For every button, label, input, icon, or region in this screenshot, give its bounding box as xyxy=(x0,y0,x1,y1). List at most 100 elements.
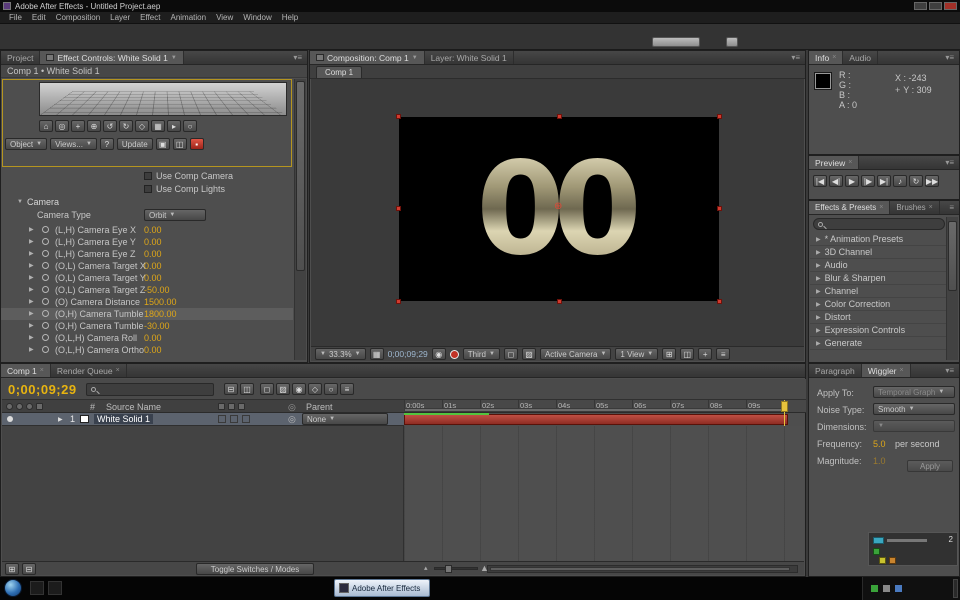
options-icon[interactable]: ◫ xyxy=(173,138,187,150)
category-row[interactable]: ▶Generate xyxy=(810,337,946,350)
tab-brushes[interactable]: Brushes× xyxy=(890,201,939,214)
track-xy-icon[interactable]: + xyxy=(71,120,85,132)
eye-icon[interactable] xyxy=(7,416,13,422)
scrollbar-thumb[interactable] xyxy=(296,81,305,271)
orbit-camera-icon[interactable]: ◎ xyxy=(55,120,69,132)
selection-tool-icon[interactable]: ▸ xyxy=(167,120,181,132)
camera-type-dropdown[interactable]: Orbit▼ xyxy=(144,209,206,221)
use-comp-camera-checkbox[interactable] xyxy=(144,172,152,180)
selection-handle[interactable] xyxy=(557,114,562,119)
stopwatch-icon[interactable] xyxy=(42,226,49,233)
restore-button[interactable] xyxy=(929,2,942,10)
panel-menu-icon[interactable]: ▾≡ xyxy=(940,156,959,169)
brainstorm-icon[interactable]: ◇ xyxy=(308,383,322,395)
grid-toggle-icon[interactable]: ▦ xyxy=(151,120,165,132)
show-desktop-button[interactable] xyxy=(953,579,958,598)
quick-launch-icon[interactable] xyxy=(48,581,62,595)
safe-guides-icon[interactable]: ▦ xyxy=(370,348,384,360)
disclosure-triangle-icon[interactable]: ▶ xyxy=(29,274,34,281)
minimize-button[interactable] xyxy=(914,2,927,10)
mini-flowchart-panel[interactable]: 2 xyxy=(868,532,958,566)
menu-composition[interactable]: Composition xyxy=(51,13,105,22)
tab-wiggler[interactable]: Wiggler× xyxy=(862,364,911,377)
panel-menu-icon[interactable]: ≡ xyxy=(944,201,959,214)
tab-info[interactable]: Info× xyxy=(809,51,843,64)
scrollbar-thumb[interactable] xyxy=(490,567,790,571)
category-row[interactable]: ▶Expression Controls xyxy=(810,324,946,337)
selection-handle[interactable] xyxy=(557,299,562,304)
camera-preview-viewport[interactable] xyxy=(39,82,287,116)
param-value[interactable]: 0.00 xyxy=(144,225,162,235)
update-button[interactable]: Update xyxy=(117,138,153,150)
tab-preview[interactable]: Preview× xyxy=(809,156,859,169)
work-area-bar[interactable] xyxy=(404,408,788,412)
composition-mini-flowchart-icon[interactable]: ⊟ xyxy=(224,383,238,395)
draft-3d-icon[interactable]: ◫ xyxy=(240,383,254,395)
close-button[interactable] xyxy=(944,2,957,10)
layer-switch-box[interactable] xyxy=(242,415,250,423)
source-name-column-header[interactable]: Source Name xyxy=(106,402,161,412)
view-layout-dropdown[interactable]: 1 View▼ xyxy=(615,348,658,360)
next-frame-icon[interactable]: |▶ xyxy=(861,175,875,187)
stopwatch-icon[interactable] xyxy=(42,238,49,245)
stopwatch-icon[interactable] xyxy=(42,334,49,341)
tab-project[interactable]: Project xyxy=(1,51,40,64)
audio-icon[interactable]: ♪ xyxy=(893,175,907,187)
rotate-right-icon[interactable]: ↻ xyxy=(119,120,133,132)
parent-column-header[interactable]: Parent xyxy=(306,402,333,412)
menu-window[interactable]: Window xyxy=(238,13,276,22)
loop-icon[interactable]: ↻ xyxy=(909,175,923,187)
disclosure-triangle-icon[interactable]: ▶ xyxy=(816,314,821,321)
resolution-dropdown[interactable]: Third▼ xyxy=(463,348,500,360)
viewer-timecode[interactable]: 0;00;09;29 xyxy=(388,349,428,359)
layer-duration-bar[interactable] xyxy=(404,414,788,425)
start-button[interactable] xyxy=(4,579,22,597)
tray-icon[interactable] xyxy=(883,585,890,592)
param-value[interactable]: 1500.00 xyxy=(144,297,177,307)
tab-paragraph[interactable]: Paragraph xyxy=(809,364,862,377)
category-row[interactable]: ▶3D Channel xyxy=(810,246,946,259)
param-value[interactable]: 0.00 xyxy=(144,249,162,259)
stopwatch-icon[interactable] xyxy=(42,250,49,257)
render-settings-icon[interactable]: ▣ xyxy=(156,138,170,150)
disclosure-triangle-icon[interactable]: ▶ xyxy=(29,286,34,293)
last-frame-icon[interactable]: ▶| xyxy=(877,175,891,187)
menu-effect[interactable]: Effect xyxy=(135,13,165,22)
stopwatch-icon[interactable] xyxy=(42,262,49,269)
index-column-header[interactable]: # xyxy=(90,402,95,412)
first-frame-icon[interactable]: |◀ xyxy=(813,175,827,187)
disclosure-triangle-icon[interactable]: ▶ xyxy=(816,301,821,308)
scrollbar-thumb[interactable] xyxy=(948,221,957,291)
anchor-point-icon[interactable]: ⊕ xyxy=(554,202,562,212)
disclosure-triangle-icon[interactable]: ▶ xyxy=(29,226,34,233)
layer-name[interactable]: White Solid 1 xyxy=(94,414,153,424)
close-icon[interactable]: × xyxy=(832,54,836,61)
timeline-button-icon[interactable]: + xyxy=(698,348,712,360)
disclosure-triangle-icon[interactable]: ▶ xyxy=(816,236,821,243)
channel-rgb-icon[interactable] xyxy=(450,350,459,359)
selection-handle[interactable] xyxy=(717,299,722,304)
panel-menu-icon[interactable]: ▾≡ xyxy=(288,51,307,64)
camera-group-row[interactable]: ▼ Camera xyxy=(17,197,59,207)
transparency-grid-icon[interactable]: ▨ xyxy=(522,348,536,360)
menu-animation[interactable]: Animation xyxy=(165,13,211,22)
quick-launch-icon[interactable] xyxy=(30,581,44,595)
disclosure-triangle-icon[interactable]: ▶ xyxy=(29,322,34,329)
panel-menu-icon[interactable]: ▾≡ xyxy=(940,364,959,377)
stopwatch-icon[interactable] xyxy=(42,322,49,329)
disclosure-triangle-icon[interactable]: ▶ xyxy=(29,298,34,305)
workspace-selector[interactable] xyxy=(652,37,700,47)
help-icon[interactable]: ? xyxy=(100,138,114,150)
disclosure-triangle-icon[interactable]: ▶ xyxy=(816,262,821,269)
disclosure-triangle-icon[interactable]: ▶ xyxy=(29,346,34,353)
tab-timeline-comp[interactable]: Comp 1× xyxy=(1,364,51,377)
close-icon[interactable]: × xyxy=(848,159,852,166)
menu-help[interactable]: Help xyxy=(277,13,303,22)
tab-layer[interactable]: Layer: White Solid 1 xyxy=(425,51,514,64)
param-value[interactable]: 0.00 xyxy=(144,273,162,283)
views-dropdown[interactable]: Views...▼ xyxy=(50,138,97,150)
auto-keyframe-icon[interactable]: ○ xyxy=(324,383,338,395)
category-row[interactable]: ▶* Animation Presets xyxy=(810,233,946,246)
layer-switch-box[interactable] xyxy=(218,415,226,423)
frequency-value[interactable]: 5.0 xyxy=(873,439,886,449)
